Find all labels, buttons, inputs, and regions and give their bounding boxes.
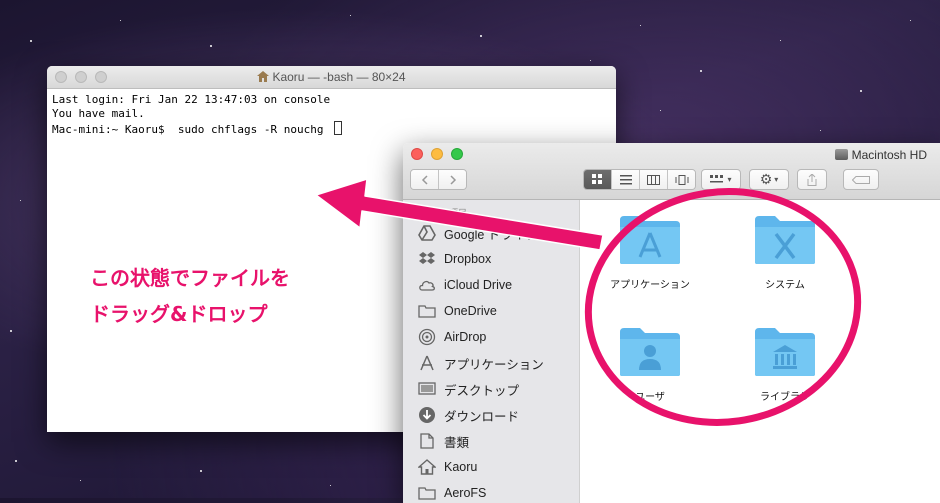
folder-icon (418, 305, 436, 318)
zoom-button[interactable] (451, 148, 463, 160)
applications-folder-icon (620, 216, 680, 264)
columns-icon (647, 174, 660, 185)
list-icon (619, 174, 632, 184)
chevron-down-icon: ▾ (727, 175, 732, 184)
documents-icon (420, 433, 434, 449)
terminal-line: You have mail. (52, 107, 145, 120)
applications-icon (420, 355, 434, 371)
terminal-titlebar[interactable]: Kaoru — -bash — 80×24 (47, 66, 616, 89)
home-icon (257, 71, 270, 82)
sidebar-item-icloud-drive[interactable]: iCloud Drive (403, 272, 579, 298)
finder-sidebar[interactable]: よく使う項目 Google ドライブ Dropbox iCloud Drive … (403, 200, 580, 503)
terminal-line: Last login: Fri Jan 22 13:47:03 on conso… (52, 93, 331, 106)
dropbox-icon (419, 252, 435, 264)
annotation-text-line1: この状態でファイルを (90, 266, 290, 290)
action-button[interactable]: ⚙ ▾ (749, 169, 789, 190)
finder-content[interactable]: アプリケーション システム ユーザ ライブラリ (580, 200, 940, 503)
grid-icon (592, 174, 602, 184)
terminal-cursor (334, 121, 343, 135)
coverflow-icon (675, 174, 688, 185)
terminal-line: Mac-mini:~ Kaoru$ sudo chflags -R nouchg (52, 123, 331, 136)
share-button[interactable] (797, 169, 827, 190)
coverflow-view-button[interactable] (668, 170, 695, 189)
chevron-left-icon (421, 174, 428, 185)
sidebar-item-home[interactable]: Kaoru (403, 454, 579, 480)
sidebar-item-google-drive[interactable]: Google ドライブ (403, 220, 579, 246)
folder-users[interactable]: ユーザ (595, 326, 705, 403)
desktop-icon (418, 382, 436, 395)
sidebar-item-desktop[interactable]: デスクトップ (403, 376, 579, 402)
column-view-button[interactable] (640, 170, 668, 189)
annotation-text-line2: ドラッグ&ドロップ (90, 302, 268, 326)
share-icon (807, 173, 817, 186)
folder-icon (418, 487, 436, 500)
close-button[interactable] (411, 148, 423, 160)
tags-button[interactable] (843, 169, 879, 190)
system-folder-icon (755, 216, 815, 264)
home-icon (418, 459, 436, 475)
tag-icon (852, 175, 870, 184)
icon-view-button[interactable] (584, 170, 612, 189)
folder-library[interactable]: ライブラリ (730, 326, 840, 403)
minimize-button[interactable] (431, 148, 443, 160)
download-icon (419, 407, 435, 423)
hard-drive-icon (834, 149, 848, 160)
back-forward-control[interactable] (410, 169, 467, 190)
finder-window[interactable]: Macintosh HD ▾ ⚙ ▾ よく使う項目 Google ドライブ Dro… (403, 143, 940, 503)
forward-button[interactable] (439, 170, 466, 189)
library-folder-icon (755, 328, 815, 376)
google-drive-icon (418, 225, 436, 241)
view-mode-control[interactable] (583, 169, 696, 190)
sidebar-item-documents[interactable]: 書類 (403, 428, 579, 454)
airdrop-icon (418, 328, 436, 346)
terminal-title: Kaoru — -bash — 80×24 (47, 70, 616, 84)
sidebar-item-aerofs[interactable]: AeroFS (403, 480, 579, 503)
sidebar-item-downloads[interactable]: ダウンロード (403, 402, 579, 428)
folder-system[interactable]: システム (730, 214, 840, 291)
window-title: Macintosh HD (834, 148, 927, 162)
list-view-button[interactable] (612, 170, 640, 189)
back-button[interactable] (411, 170, 439, 189)
finder-toolbar[interactable]: Macintosh HD ▾ ⚙ ▾ (403, 143, 940, 200)
sidebar-item-dropbox[interactable]: Dropbox (403, 246, 579, 272)
users-folder-icon (620, 328, 680, 376)
chevron-down-icon: ▾ (774, 175, 779, 184)
gear-icon: ⚙ (759, 171, 773, 188)
cloud-icon (419, 280, 435, 291)
sidebar-item-airdrop[interactable]: AirDrop (403, 324, 579, 350)
arrange-button[interactable]: ▾ (701, 169, 741, 190)
sidebar-section-header: よく使う項目 (413, 209, 468, 219)
arrange-icon (710, 174, 724, 182)
sidebar-item-onedrive[interactable]: OneDrive (403, 298, 579, 324)
terminal-output[interactable]: Last login: Fri Jan 22 13:47:03 on conso… (47, 89, 616, 141)
folder-applications[interactable]: アプリケーション (595, 214, 705, 291)
chevron-right-icon (449, 174, 456, 185)
sidebar-item-applications[interactable]: アプリケーション (403, 350, 579, 376)
